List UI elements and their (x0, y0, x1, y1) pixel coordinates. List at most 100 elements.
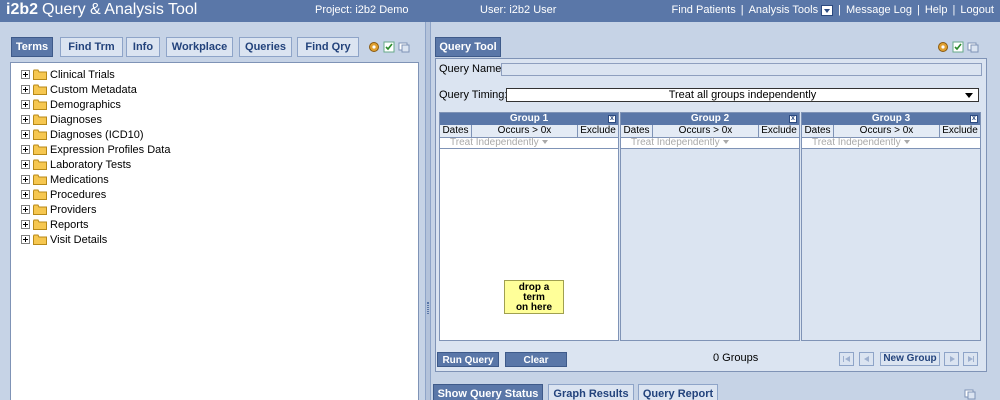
folder-icon (33, 144, 47, 155)
tree-item[interactable]: Clinical Trials (21, 67, 115, 82)
group-mode-select[interactable]: Treat Independently (621, 138, 799, 149)
tree-item-label: Demographics (50, 98, 121, 111)
folder-icon (33, 219, 47, 230)
tree-item[interactable]: Laboratory Tests (21, 157, 131, 172)
last-bar-icon (973, 356, 974, 362)
chevron-down-icon[interactable] (965, 93, 973, 98)
run-query-button[interactable]: Run Query (437, 352, 499, 367)
expand-icon[interactable] (21, 115, 30, 124)
close-icon[interactable]: x (608, 115, 616, 123)
last-group-button[interactable] (963, 352, 978, 366)
group-title-text: Group 3 (871, 113, 911, 124)
header-nav: Find Patients | Analysis Tools | Message… (672, 3, 994, 17)
nav-separator: | (838, 4, 841, 16)
tab-find-qry[interactable]: Find Qry (297, 37, 359, 57)
group-title: Group 2 x (621, 113, 799, 125)
query-timing-label: Query Timing: (439, 89, 508, 101)
tree-item-label: Laboratory Tests (50, 158, 132, 171)
tree-item-label: Expression Profiles Data (50, 143, 171, 156)
dates-button[interactable]: Dates (621, 125, 653, 137)
exclude-button[interactable]: Exclude (940, 125, 980, 137)
first-bar-icon (843, 356, 844, 362)
tab-query-tool[interactable]: Query Tool (435, 37, 501, 57)
tree-item[interactable]: Medications (21, 172, 109, 187)
group-mode-select[interactable]: Treat Independently (440, 138, 618, 149)
options-icon[interactable] (937, 41, 949, 53)
window-icon[interactable] (967, 41, 979, 53)
expand-icon[interactable] (21, 70, 30, 79)
tab-graph-results[interactable]: Graph Results (548, 384, 634, 400)
tree-item[interactable]: Custom Metadata (21, 82, 137, 97)
tab-find-trm[interactable]: Find Trm (60, 37, 123, 57)
group-drop-area[interactable]: drop a term on here (440, 149, 618, 340)
expand-icon[interactable] (21, 190, 30, 199)
window-icon[interactable] (964, 388, 976, 400)
tab-workplace[interactable]: Workplace (166, 37, 233, 57)
app-title: Query & Analysis Tool (42, 1, 198, 18)
tab-info[interactable]: Info (126, 37, 160, 57)
group-drop-area[interactable] (802, 149, 980, 340)
options-icon[interactable] (368, 41, 380, 53)
tree-item[interactable]: Expression Profiles Data (21, 142, 170, 157)
tree-item[interactable]: Reports (21, 217, 89, 232)
clear-button[interactable]: Clear (505, 352, 567, 367)
expand-icon[interactable] (21, 160, 30, 169)
next-group-button[interactable] (944, 352, 959, 366)
tree-item[interactable]: Procedures (21, 187, 106, 202)
nav-separator: | (740, 4, 744, 16)
tab-query-report[interactable]: Query Report (638, 384, 718, 400)
expand-icon[interactable] (21, 130, 30, 139)
dates-button[interactable]: Dates (802, 125, 834, 137)
first-group-button[interactable] (839, 352, 854, 366)
close-icon[interactable]: x (789, 115, 797, 123)
occurs-button[interactable]: Occurs > 0x (472, 125, 578, 137)
tree-item[interactable]: Diagnoses (ICD10) (21, 127, 144, 142)
tab-queries[interactable]: Queries (239, 37, 292, 57)
expand-icon[interactable] (21, 220, 30, 229)
occurs-button[interactable]: Occurs > 0x (653, 125, 759, 137)
exclude-button[interactable]: Exclude (578, 125, 618, 137)
dates-button[interactable]: Dates (440, 125, 472, 137)
tree-item[interactable]: Diagnoses (21, 112, 102, 127)
splitter-grip[interactable] (427, 302, 429, 314)
expand-icon[interactable] (21, 205, 30, 214)
folder-icon (33, 174, 47, 185)
group-title-text: Group 1 (509, 113, 549, 124)
expand-icon[interactable] (21, 100, 30, 109)
groups-count: 0 Groups (713, 352, 759, 364)
chevron-down-icon[interactable] (821, 4, 834, 16)
expand-icon[interactable] (21, 85, 30, 94)
project-label: Project: i2b2 Demo (315, 4, 409, 16)
folder-icon (33, 129, 47, 140)
query-timing-select[interactable]: Treat all groups independently (506, 88, 979, 102)
expand-icon[interactable] (21, 145, 30, 154)
group-mode-select[interactable]: Treat Independently (802, 138, 980, 149)
folder-icon (33, 159, 47, 170)
refresh-icon[interactable] (383, 41, 395, 53)
query-actions-bar: Run Query Clear 0 Groups New Group (435, 349, 987, 373)
folder-icon (33, 84, 47, 95)
find-patients-link[interactable]: Find Patients (672, 3, 736, 17)
tree-item[interactable]: Demographics (21, 97, 121, 112)
message-log-link[interactable]: Message Log (846, 3, 912, 17)
close-icon[interactable]: x (970, 115, 978, 123)
ontology-tree: Clinical Trials Custom Metadata Demograp… (10, 62, 419, 400)
occurs-button[interactable]: Occurs > 0x (834, 125, 940, 137)
tree-item[interactable]: Visit Details (21, 232, 107, 247)
help-link[interactable]: Help (925, 3, 948, 17)
query-name-input[interactable] (501, 63, 982, 76)
tab-show-query-status[interactable]: Show Query Status (433, 384, 543, 400)
right-toolbar (937, 41, 979, 53)
tree-item[interactable]: Providers (21, 202, 96, 217)
tab-terms[interactable]: Terms (11, 37, 53, 57)
logout-link[interactable]: Logout (960, 3, 994, 17)
new-group-button[interactable]: New Group (880, 352, 940, 366)
exclude-button[interactable]: Exclude (759, 125, 799, 137)
analysis-tools-link[interactable]: Analysis Tools (749, 3, 819, 17)
prev-group-button[interactable] (859, 352, 874, 366)
group-drop-area[interactable] (621, 149, 799, 340)
expand-icon[interactable] (21, 235, 30, 244)
expand-icon[interactable] (21, 175, 30, 184)
window-icon[interactable] (398, 41, 410, 53)
refresh-icon[interactable] (952, 41, 964, 53)
